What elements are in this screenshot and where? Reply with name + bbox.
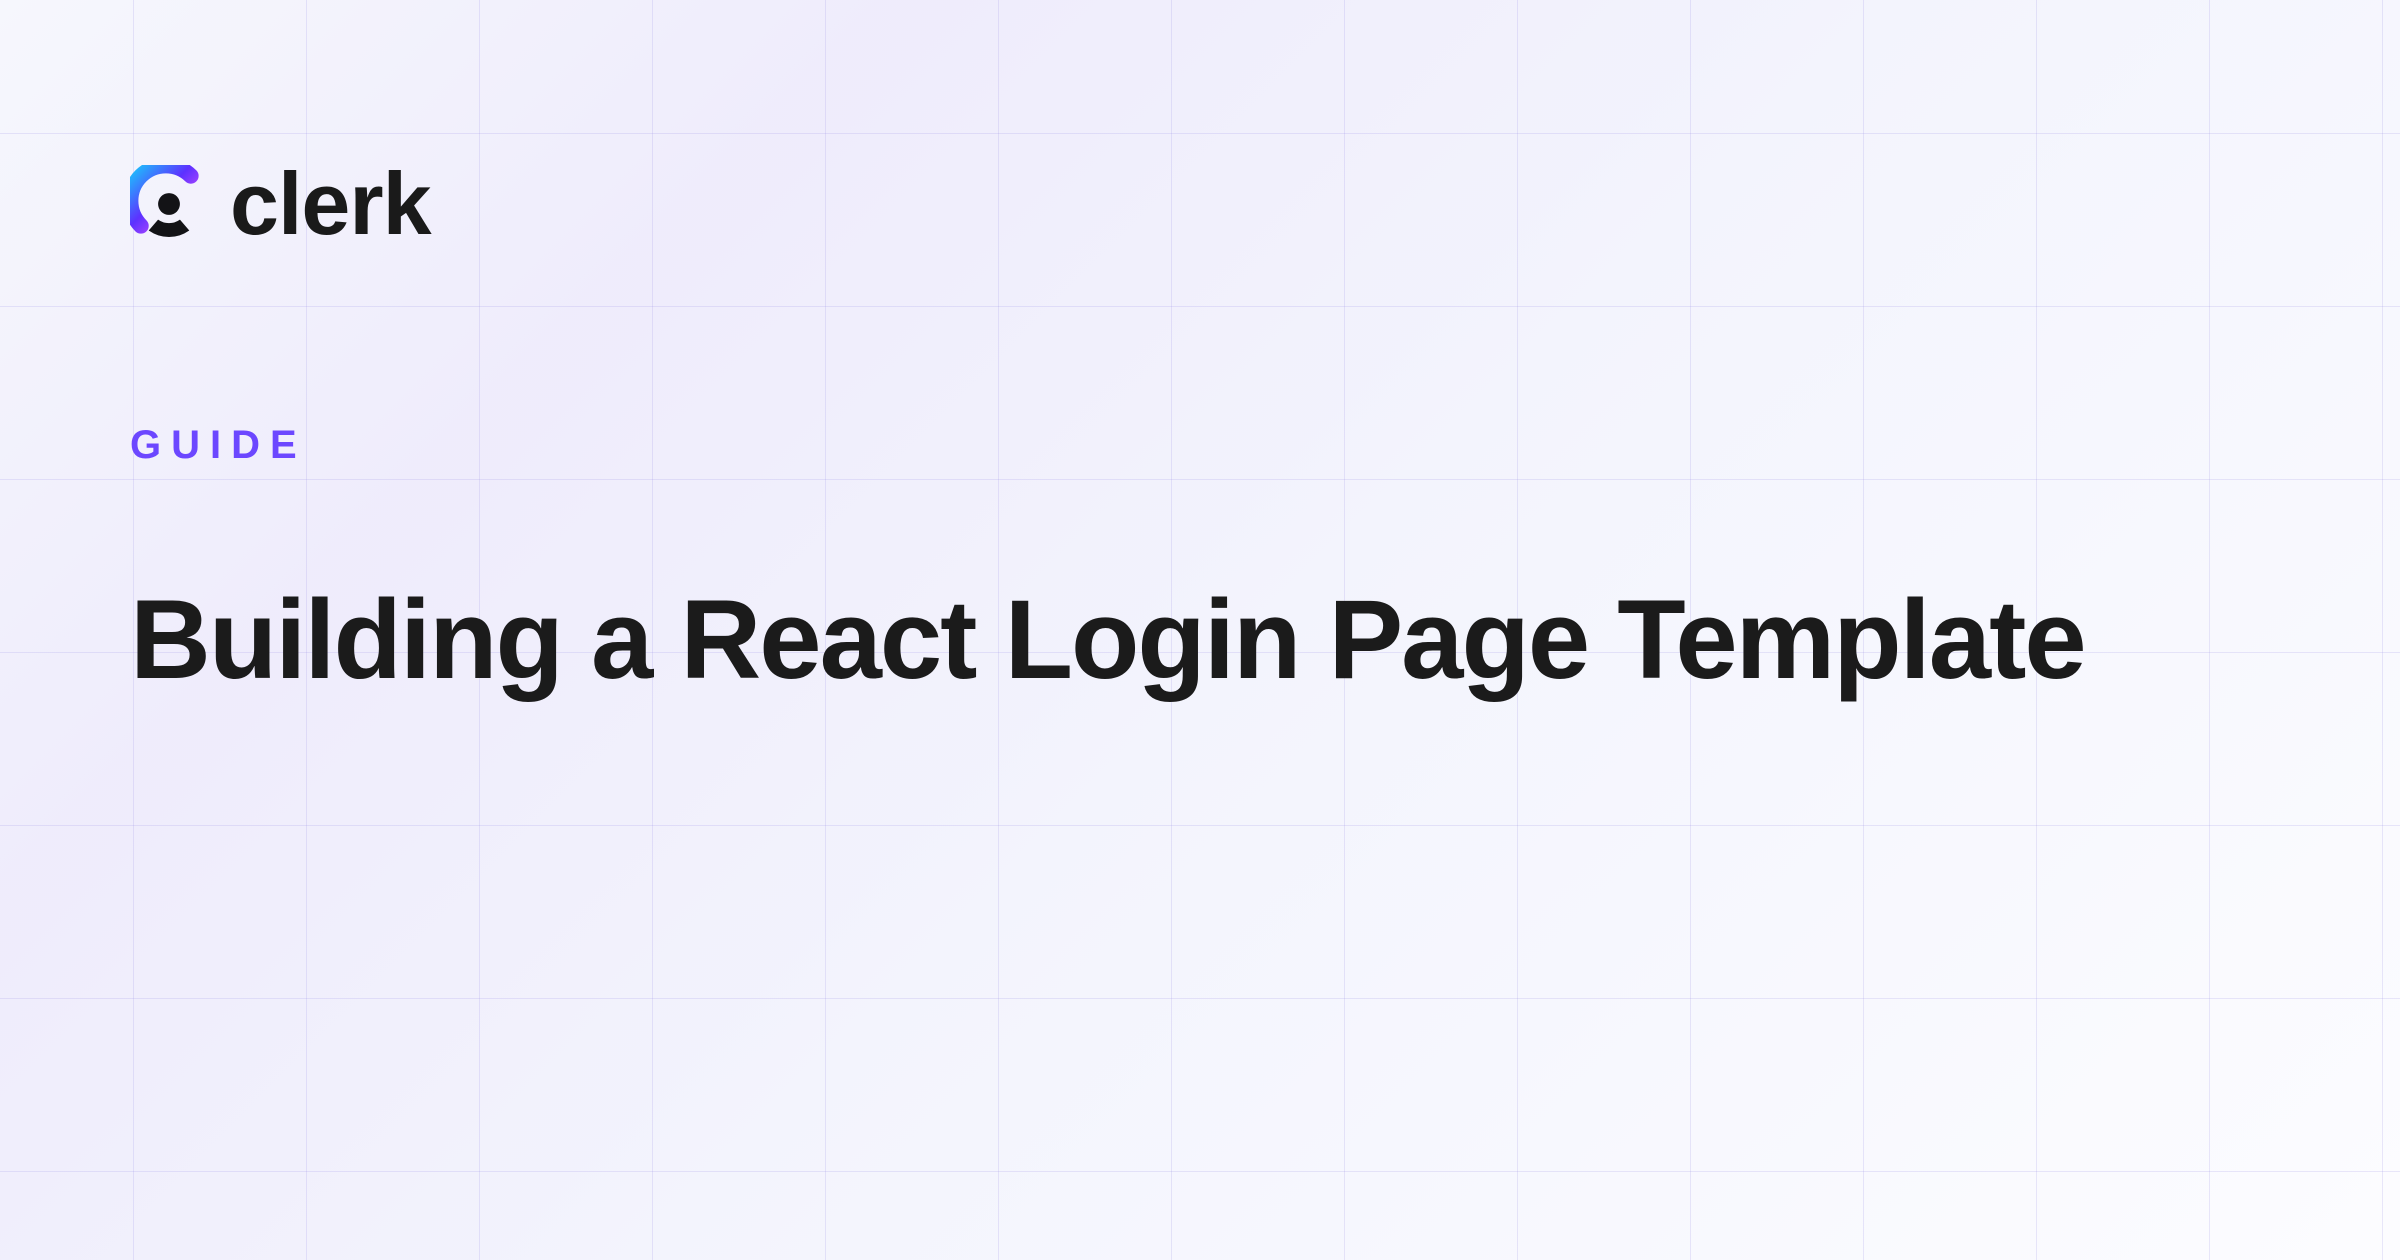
clerk-logo-icon xyxy=(130,165,208,243)
brand-name: clerk xyxy=(230,160,431,248)
brand-logo: clerk xyxy=(130,160,2270,248)
page-title: Building a React Login Page Template xyxy=(130,578,2270,701)
category-eyebrow: GUIDE xyxy=(130,423,2270,468)
hero-content: clerk GUIDE Building a React Login Page … xyxy=(0,0,2400,861)
